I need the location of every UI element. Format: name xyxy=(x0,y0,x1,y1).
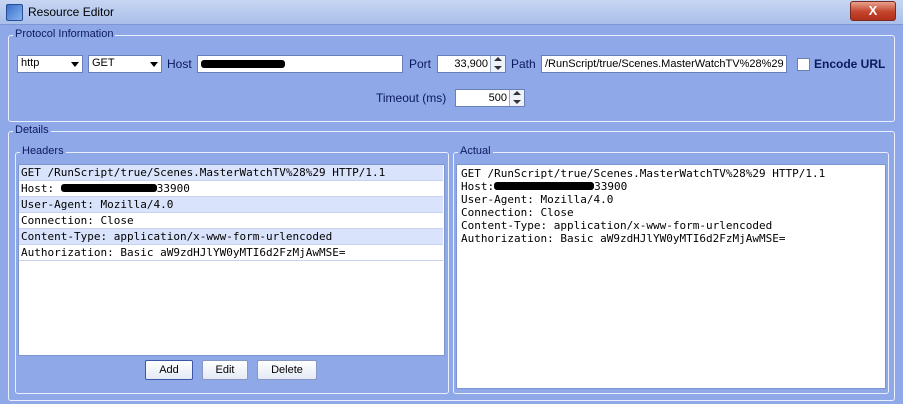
actual-group-label: Actual xyxy=(458,145,493,157)
actual-line: Connection: Close xyxy=(461,206,574,219)
timeout-spin-arrows[interactable] xyxy=(509,90,524,106)
protocol-group: Protocol Information xyxy=(8,28,895,122)
host-input[interactable] xyxy=(197,55,403,73)
actual-line-text: Host: xyxy=(461,180,495,193)
add-button[interactable]: Add xyxy=(145,360,193,380)
actual-line-text: Authorization: Basic aW9zdHJlYW0yMTI6d2F… xyxy=(461,232,786,245)
port-value: 33,900 xyxy=(454,58,488,70)
method-select[interactable]: GET xyxy=(88,55,162,73)
header-row[interactable]: Host: 33900 xyxy=(19,181,443,197)
path-input[interactable]: /RunScript/true/Scenes.MasterWatchTV%28%… xyxy=(541,55,787,73)
path-label: Path xyxy=(511,57,536,71)
host-label: Host xyxy=(167,57,192,71)
port-label: Port xyxy=(409,57,432,71)
chevron-down-icon xyxy=(150,62,158,67)
timeout-stepper[interactable]: 500 xyxy=(455,89,525,107)
host-redaction xyxy=(494,182,595,190)
header-row[interactable]: User-Agent: Mozilla/4.0 xyxy=(19,197,443,213)
scheme-value: http xyxy=(21,57,40,69)
encode-url-checkbox[interactable] xyxy=(797,58,810,71)
protocol-group-label: Protocol Information xyxy=(13,28,116,40)
delete-button[interactable]: Delete xyxy=(257,360,317,380)
actual-line: GET /RunScript/true/Scenes.MasterWatchTV… xyxy=(461,167,825,180)
actual-line-text: User-Agent: Mozilla/4.0 xyxy=(461,193,614,206)
encode-url-label: Encode URL xyxy=(814,57,886,71)
host-redaction xyxy=(201,60,285,68)
header-row-text: Authorization: Basic aW9zdHJlYW0yMTI6d2F… xyxy=(21,246,346,259)
arrow-down-icon xyxy=(494,66,502,70)
actual-line-text: Content-Type: application/x-www-form-url… xyxy=(461,219,773,232)
title-bar: Resource Editor X xyxy=(0,0,903,25)
arrow-up-icon xyxy=(494,57,502,61)
actual-line: Content-Type: application/x-www-form-url… xyxy=(461,219,772,232)
header-row[interactable]: GET /RunScript/true/Scenes.MasterWatchTV… xyxy=(19,165,443,181)
header-row-text: Connection: Close xyxy=(21,214,134,227)
port-stepper[interactable]: 33,900 xyxy=(437,55,506,73)
actual-line: User-Agent: Mozilla/4.0 xyxy=(461,193,613,206)
port-spin-arrows[interactable] xyxy=(490,56,505,72)
actual-line: Host: 33900 xyxy=(461,180,627,193)
actual-request-text[interactable]: GET /RunScript/true/Scenes.MasterWatchTV… xyxy=(456,164,886,389)
header-row[interactable]: Connection: Close xyxy=(19,213,443,229)
header-row-suffix: 33900 xyxy=(156,182,190,195)
app-icon xyxy=(6,4,23,21)
window-title: Resource Editor xyxy=(28,5,115,19)
header-row-text: Host: xyxy=(21,182,55,195)
close-button[interactable]: X xyxy=(850,1,896,21)
timeout-label: Timeout (ms) xyxy=(376,91,447,105)
timeout-value: 500 xyxy=(488,92,507,104)
arrow-up-icon xyxy=(513,91,521,95)
header-row[interactable]: Authorization: Basic aW9zdHJlYW0yMTI6d2F… xyxy=(19,245,443,261)
header-row-text: User-Agent: Mozilla/4.0 xyxy=(21,198,174,211)
headers-group-label: Headers xyxy=(20,145,66,157)
actual-line-text: GET /RunScript/true/Scenes.MasterWatchTV… xyxy=(461,167,826,180)
method-value: GET xyxy=(92,57,115,69)
header-row-text: Content-Type: application/x-www-form-url… xyxy=(21,230,333,243)
host-redaction xyxy=(60,184,157,192)
arrow-down-icon xyxy=(513,100,521,104)
header-row[interactable]: Content-Type: application/x-www-form-url… xyxy=(19,229,443,245)
header-row-text: GET /RunScript/true/Scenes.MasterWatchTV… xyxy=(21,166,386,179)
edit-button[interactable]: Edit xyxy=(202,360,248,380)
actual-line-text: Connection: Close xyxy=(461,206,574,219)
chevron-down-icon xyxy=(71,62,79,67)
actual-line: Authorization: Basic aW9zdHJlYW0yMTI6d2F… xyxy=(461,232,786,245)
scheme-select[interactable]: http xyxy=(17,55,83,73)
details-group-label: Details xyxy=(13,124,51,136)
actual-line-suffix: 33900 xyxy=(594,180,628,193)
headers-list[interactable]: GET /RunScript/true/Scenes.MasterWatchTV… xyxy=(18,164,445,356)
